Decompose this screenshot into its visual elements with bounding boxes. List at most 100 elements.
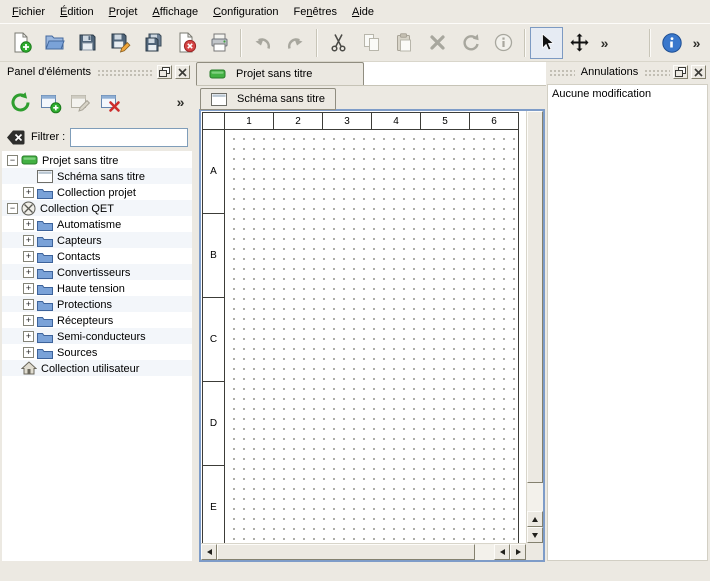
- tree-item-capteurs[interactable]: +Capteurs: [2, 232, 192, 248]
- menu-affichage[interactable]: Affichage: [145, 2, 206, 22]
- new-element-button[interactable]: [35, 87, 65, 117]
- delete-button[interactable]: [421, 27, 454, 59]
- project-icon: [21, 154, 38, 166]
- save-as-button[interactable]: [104, 27, 137, 59]
- close-file-button[interactable]: [170, 27, 203, 59]
- tree-item-schema[interactable]: Schéma sans titre: [2, 168, 192, 184]
- open-button[interactable]: [38, 27, 71, 59]
- tree-item-collection-projet[interactable]: + Collection projet: [2, 184, 192, 200]
- info-button[interactable]: [487, 27, 520, 59]
- project-view: Schéma sans titre 1 2 3 4 5 6 A B C: [196, 86, 546, 562]
- folder-icon: [37, 346, 53, 359]
- expand-expander-icon[interactable]: +: [23, 299, 34, 310]
- tree-item-sources[interactable]: +Sources: [2, 344, 192, 360]
- tree-item-recepteurs[interactable]: + Récepteurs: [2, 312, 192, 328]
- tree-item-semi-conducteurs[interactable]: +Semi-conducteurs: [2, 328, 192, 344]
- menu-projet[interactable]: Projet: [102, 2, 146, 22]
- vertical-scroll-thumb[interactable]: [527, 111, 543, 483]
- open-folder-icon: [44, 32, 65, 53]
- collapse-expander-icon[interactable]: −: [7, 155, 18, 166]
- float-icon: [675, 67, 686, 77]
- menu-edition[interactable]: Édition: [53, 2, 102, 22]
- horizontal-scroll-thumb[interactable]: [217, 544, 475, 560]
- tree-item-contacts[interactable]: +Contacts: [2, 248, 192, 264]
- arrow-right-icon: [516, 549, 521, 555]
- tree-item-convertisseurs[interactable]: +Convertisseurs: [2, 264, 192, 280]
- tree-item-collection-qet[interactable]: − Collection QET: [2, 200, 192, 216]
- expand-expander-icon[interactable]: +: [23, 219, 34, 230]
- toolbar-separator: [524, 29, 526, 57]
- close-dock-button[interactable]: [175, 65, 190, 79]
- toolbar-overflow-button[interactable]: »: [596, 27, 613, 59]
- about-button[interactable]: [655, 27, 688, 59]
- rotate-button[interactable]: [454, 27, 487, 59]
- expand-expander-icon[interactable]: +: [23, 347, 34, 358]
- redo-button[interactable]: [279, 27, 312, 59]
- scroll-up-button[interactable]: [527, 511, 543, 527]
- collapse-expander-icon[interactable]: −: [7, 203, 18, 214]
- expand-expander-icon[interactable]: +: [23, 283, 34, 294]
- menu-fichier[interactable]: Fichier: [5, 2, 53, 22]
- menu-fenetres[interactable]: Fenêtres: [287, 2, 345, 22]
- cut-button[interactable]: [322, 27, 355, 59]
- elements-tree[interactable]: −Projet sans titre Schéma sans titre +Co…: [2, 151, 192, 561]
- expand-expander-icon[interactable]: +: [23, 187, 34, 198]
- save-button[interactable]: [71, 27, 104, 59]
- undo-dock-titlebar[interactable]: Annulations: [547, 63, 708, 81]
- tab-projet-sans-titre[interactable]: Projet sans titre: [196, 62, 364, 85]
- scroll-down-button[interactable]: [527, 527, 543, 543]
- delete-element-button[interactable]: [95, 87, 125, 117]
- copy-button[interactable]: [355, 27, 388, 59]
- tree-item-projet[interactable]: −Projet sans titre: [2, 152, 192, 168]
- tree-item-protections[interactable]: +Protections: [2, 296, 192, 312]
- select-mode-button[interactable]: [530, 27, 563, 59]
- close-icon: [178, 68, 187, 77]
- tree-item-collection-utilisateur[interactable]: Collection utilisateur: [2, 360, 192, 376]
- filter-input[interactable]: [70, 128, 188, 147]
- tree-item-automatisme[interactable]: +Automatisme: [2, 216, 192, 232]
- expand-expander-icon[interactable]: +: [23, 315, 34, 326]
- about-info-icon: [661, 32, 683, 54]
- new-document-button[interactable]: [5, 27, 38, 59]
- expand-expander-icon[interactable]: +: [23, 267, 34, 278]
- edit-element-button[interactable]: [65, 87, 95, 117]
- tree-item-label: Collection QET: [40, 202, 114, 215]
- row-ruler: A B C D E: [203, 130, 225, 543]
- clear-filter-button[interactable]: [6, 129, 26, 146]
- tree-item-haute-tension[interactable]: +Haute tension: [2, 280, 192, 296]
- vertical-scroll-track[interactable]: [527, 483, 543, 511]
- reload-collections-button[interactable]: [5, 87, 35, 117]
- horizontal-scrollbar[interactable]: [201, 543, 526, 560]
- move-mode-button[interactable]: [563, 27, 596, 59]
- horizontal-scroll-track[interactable]: [475, 544, 494, 560]
- panel-overflow-button[interactable]: »: [172, 86, 189, 118]
- tab-schema-sans-titre[interactable]: Schéma sans titre: [200, 88, 336, 110]
- home-icon: [21, 361, 37, 375]
- close-dock-button[interactable]: [691, 65, 706, 79]
- ruler-corner: [203, 113, 225, 130]
- undo-history-list[interactable]: Aucune modification: [547, 84, 708, 561]
- filter-label: Filtrer :: [31, 131, 65, 143]
- print-button[interactable]: [203, 27, 236, 59]
- toolbar-overflow-button-2[interactable]: »: [688, 27, 705, 59]
- save-icon: [77, 32, 98, 53]
- scroll-left-button-2[interactable]: [494, 544, 510, 560]
- expand-expander-icon[interactable]: +: [23, 331, 34, 342]
- scroll-left-button[interactable]: [201, 544, 217, 560]
- float-dock-button[interactable]: [673, 65, 688, 79]
- diagram-canvas[interactable]: 1 2 3 4 5 6 A B C D E: [201, 111, 526, 543]
- tree-item-label: Collection projet: [57, 186, 136, 199]
- expand-expander-icon[interactable]: +: [23, 235, 34, 246]
- save-all-button[interactable]: [137, 27, 170, 59]
- elements-panel-titlebar[interactable]: Panel d'éléments: [2, 63, 192, 81]
- undo-button[interactable]: [246, 27, 279, 59]
- grid-dots[interactable]: [225, 130, 519, 543]
- float-dock-button[interactable]: [157, 65, 172, 79]
- expand-expander-icon[interactable]: +: [23, 251, 34, 262]
- vertical-scrollbar[interactable]: [526, 111, 543, 543]
- tree-item-label: Récepteurs: [57, 314, 113, 327]
- paste-button[interactable]: [388, 27, 421, 59]
- menu-aide[interactable]: Aide: [345, 2, 382, 22]
- scroll-right-button[interactable]: [510, 544, 526, 560]
- menu-configuration[interactable]: Configuration: [206, 2, 286, 22]
